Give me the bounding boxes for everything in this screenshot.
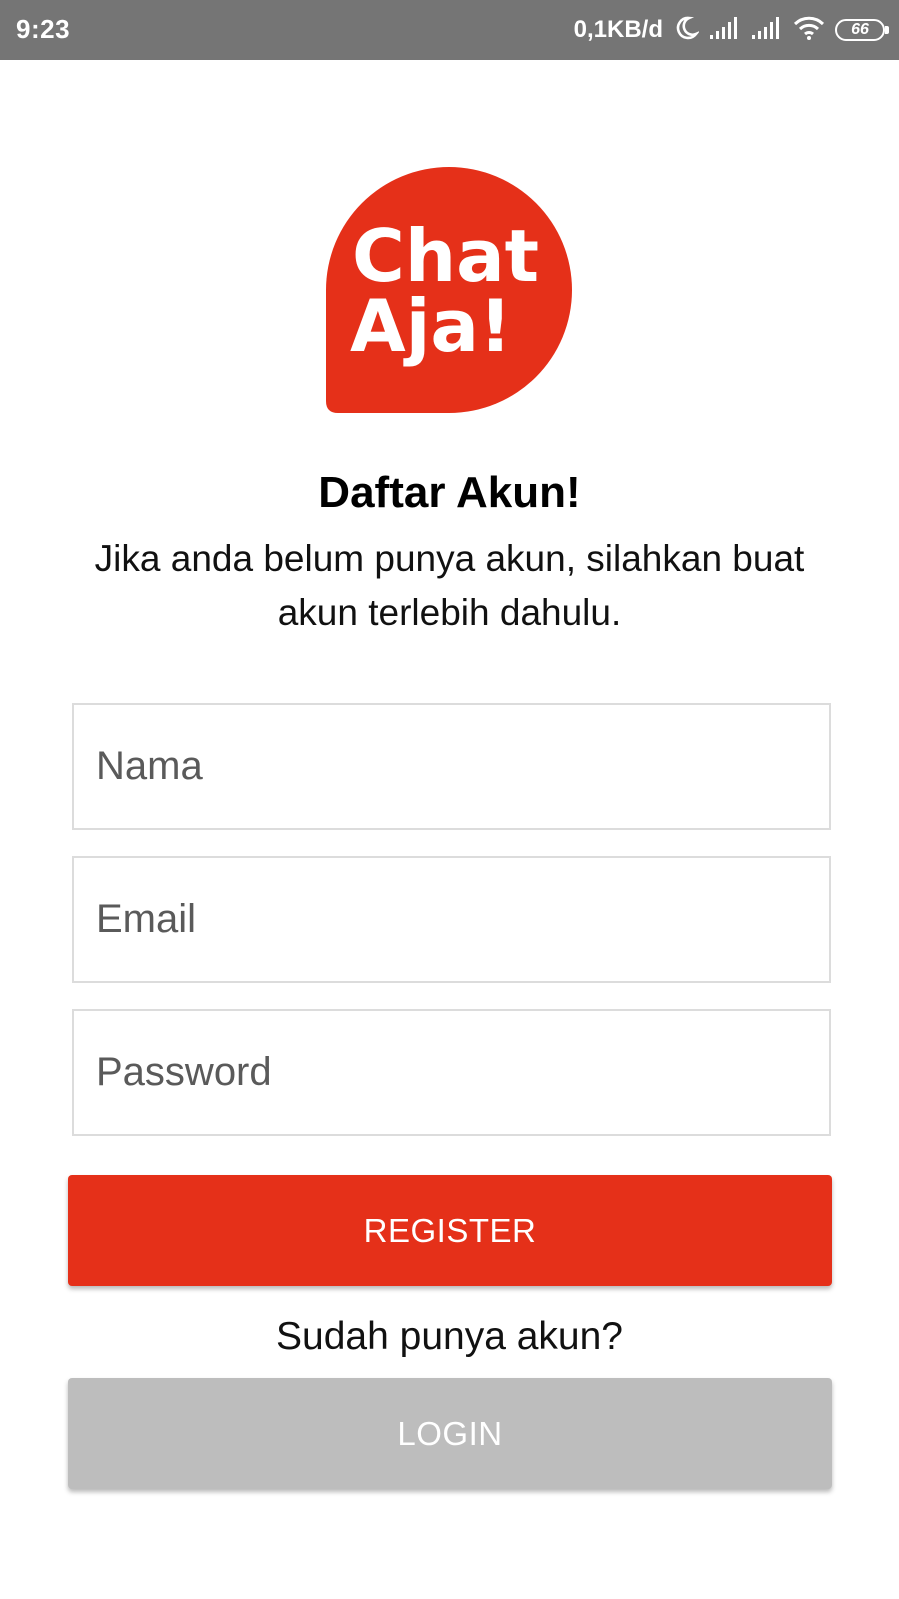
- already-have-account-text: Sudah punya akun?: [276, 1315, 623, 1358]
- logo-line2: Aja!: [350, 284, 512, 368]
- signal-icon: [751, 16, 783, 45]
- status-time: 9:23: [16, 14, 71, 44]
- moon-icon: [673, 15, 701, 46]
- status-icons: 0,1KB/d 66: [573, 12, 889, 48]
- wifi-icon: [793, 15, 825, 46]
- password-field[interactable]: [72, 1009, 831, 1136]
- name-field[interactable]: [72, 703, 831, 830]
- login-button[interactable]: LOGIN: [68, 1378, 832, 1489]
- chat-aja-logo: Chat Aja!: [324, 165, 574, 415]
- register-button[interactable]: REGISTER: [68, 1175, 832, 1286]
- battery-icon: 66: [835, 19, 889, 41]
- battery-level: 66: [851, 21, 869, 38]
- signal-icon: [709, 16, 741, 45]
- status-bar: 9:23 0,1KB/d 66: [0, 0, 899, 60]
- page-title: Daftar Akun!: [318, 468, 581, 517]
- email-field[interactable]: [72, 856, 831, 983]
- page-subtitle: Jika anda belum punya akun, silahkan bua…: [94, 538, 805, 633]
- network-speed: 0,1KB/d: [573, 16, 663, 43]
